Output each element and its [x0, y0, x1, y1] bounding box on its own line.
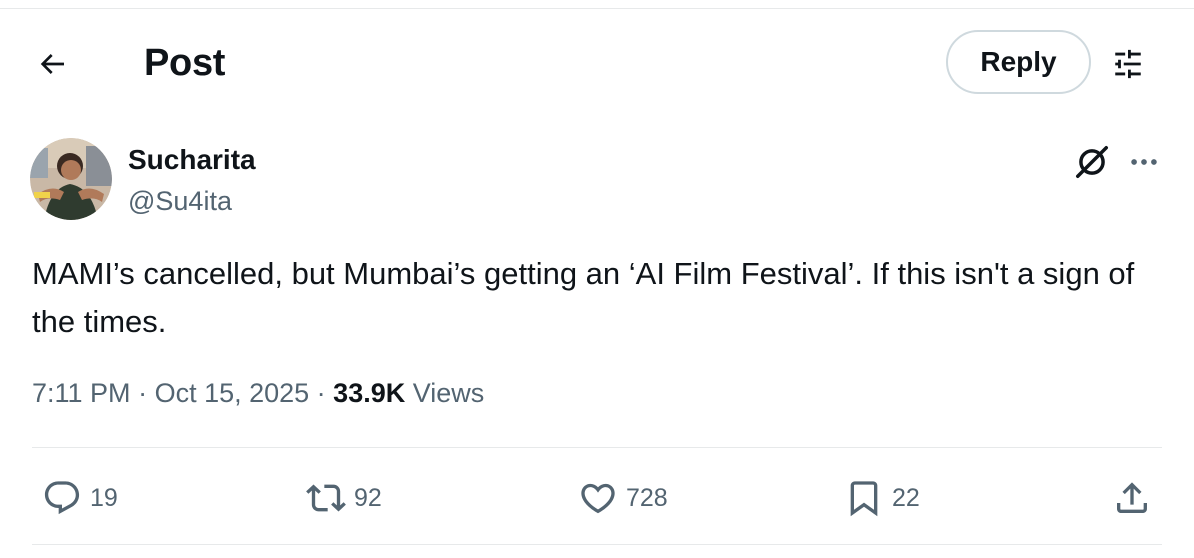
meta-separator: ·: [130, 378, 155, 408]
bookmark-count: 22: [892, 483, 920, 512]
arrow-left-icon: [40, 54, 64, 74]
views-count: 33.9K: [333, 378, 406, 408]
reply-button[interactable]: Reply: [946, 30, 1091, 94]
reply-icon: [44, 481, 80, 515]
post-date[interactable]: Oct 15, 2025: [155, 378, 310, 408]
post-header: Post Reply: [0, 24, 1194, 102]
bookmark-icon: [850, 481, 878, 517]
like-count: 728: [626, 483, 668, 512]
page-title: Post: [144, 42, 226, 84]
actions-divider-top: [32, 447, 1162, 448]
reply-action[interactable]: 19: [42, 470, 118, 526]
grok-icon: [1076, 146, 1108, 178]
author-row: Sucharita @Su4ita: [30, 138, 1170, 224]
author-handle[interactable]: @Su4ita: [128, 186, 232, 217]
filter-button[interactable]: [1104, 40, 1152, 88]
post-meta: 7:11 PM · Oct 15, 2025 · 33.9K Views: [32, 378, 484, 409]
repost-action[interactable]: 92: [306, 470, 382, 526]
post-text: MAMI’s cancelled, but Mumbai’s getting a…: [32, 256, 1135, 339]
avatar[interactable]: [30, 138, 112, 220]
top-divider: [0, 8, 1194, 9]
back-button[interactable]: [26, 38, 78, 90]
bookmark-action[interactable]: 22: [844, 470, 920, 526]
post-time[interactable]: 7:11 PM: [32, 378, 131, 408]
share-action[interactable]: [1112, 470, 1152, 526]
author-name[interactable]: Sucharita: [128, 144, 256, 176]
action-bar: 19 92 728 22: [0, 470, 1194, 526]
grok-button[interactable]: [1070, 140, 1114, 184]
actions-divider-bottom: [32, 544, 1162, 545]
sliders-icon: [1115, 49, 1141, 79]
heart-icon: [581, 483, 615, 514]
meta-separator: ·: [309, 378, 334, 408]
more-button[interactable]: [1122, 140, 1166, 184]
repost-count: 92: [354, 483, 382, 512]
reply-count: 19: [90, 483, 118, 512]
like-action[interactable]: 728: [578, 470, 668, 526]
views-label: Views: [405, 378, 485, 408]
share-icon: [1117, 482, 1147, 513]
repost-icon: [306, 484, 346, 512]
more-dots-icon: [1131, 159, 1157, 165]
avatar-photo: [30, 138, 112, 220]
